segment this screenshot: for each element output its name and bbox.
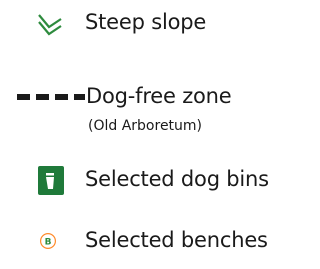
legend-sublabel-old-arboretum: (Old Arboretum) xyxy=(88,118,203,134)
bench-b-glyph: B xyxy=(45,238,52,248)
legend-label-dog-bins: Selected dog bins xyxy=(85,167,269,191)
legend-label-benches: Selected benches xyxy=(85,228,268,252)
map-legend: Steep slope Dog-free zone (Old Arboretum… xyxy=(0,0,318,269)
steep-slope-chevron-icon xyxy=(38,14,62,36)
bench-b-icon: B xyxy=(40,233,56,249)
legend-label-steep-slope: Steep slope xyxy=(85,10,207,34)
legend-label-dog-free-zone: Dog-free zone xyxy=(86,84,232,108)
dog-bin-icon xyxy=(38,166,64,195)
dashed-line-icon xyxy=(17,94,85,100)
